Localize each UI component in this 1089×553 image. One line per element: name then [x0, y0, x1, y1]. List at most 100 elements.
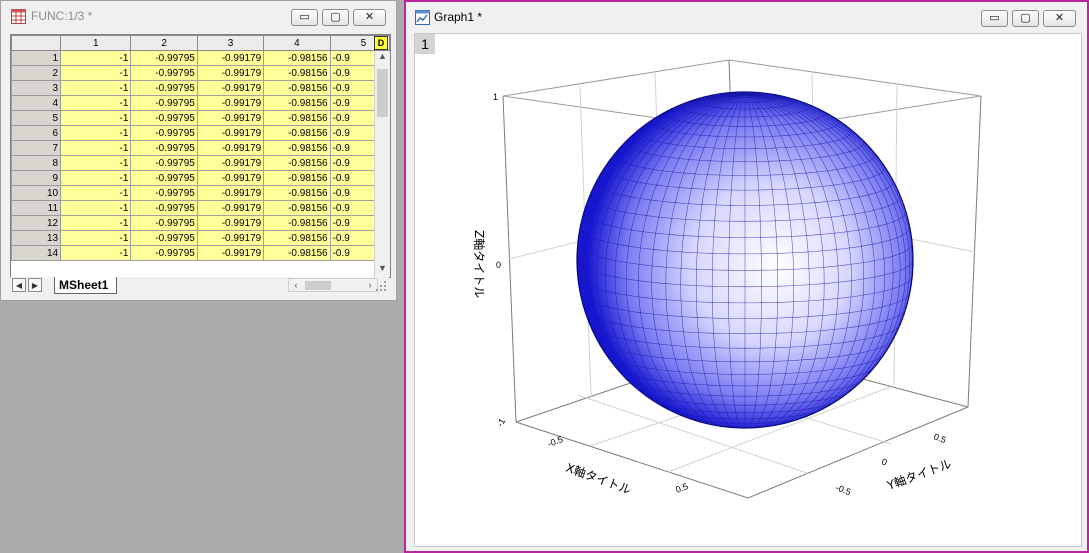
- table-cell[interactable]: -1: [60, 185, 132, 201]
- sphere-plot[interactable]: 1 0 -1 -0.5 0.5 0.5 0 -0.5 Z軸タイトル X軸タイトル…: [415, 34, 1081, 546]
- table-cell[interactable]: -0.99179: [196, 110, 265, 126]
- table-cell[interactable]: -0.98156: [263, 245, 331, 261]
- resize-grip-icon[interactable]: [375, 280, 387, 292]
- table-cell[interactable]: -0.98156: [263, 185, 331, 201]
- table-row[interactable]: 1 -1 -0.99795 -0.99179 -0.98156 -0.9: [11, 50, 390, 66]
- table-cell[interactable]: -0.99179: [196, 155, 265, 171]
- table-cell[interactable]: -0.99179: [196, 65, 265, 81]
- row-header[interactable]: 5: [11, 110, 62, 126]
- table-cell[interactable]: -0.99795: [130, 170, 198, 186]
- table-cell[interactable]: -1: [60, 140, 132, 156]
- column-header[interactable]: 1: [60, 35, 132, 51]
- graph-window[interactable]: Graph1 * ▭ ▢ ✕ 1 1 0 -1 -0.5 0.5 0.5 0 -…: [404, 0, 1089, 553]
- column-header[interactable]: 4: [263, 35, 331, 51]
- table-cell[interactable]: -0.98156: [263, 50, 331, 66]
- tab-next-icon[interactable]: ▶: [28, 278, 42, 292]
- row-header[interactable]: 13: [11, 230, 62, 246]
- table-cell[interactable]: -1: [60, 50, 132, 66]
- table-cell[interactable]: -0.99795: [130, 245, 198, 261]
- table-cell[interactable]: -0.98156: [263, 170, 331, 186]
- table-cell[interactable]: -0.99179: [196, 200, 265, 216]
- minimize-button[interactable]: ▭: [981, 10, 1008, 27]
- table-row[interactable]: 8 -1 -0.99795 -0.99179 -0.98156 -0.9: [11, 155, 390, 171]
- table-cell[interactable]: -0.98156: [263, 155, 331, 171]
- table-row[interactable]: 3 -1 -0.99795 -0.99179 -0.98156 -0.9: [11, 80, 390, 96]
- table-cell[interactable]: -0.99179: [196, 95, 265, 111]
- table-row[interactable]: 10 -1 -0.99795 -0.99179 -0.98156 -0.9: [11, 185, 390, 201]
- minimize-button[interactable]: ▭: [291, 9, 318, 26]
- table-cell[interactable]: -1: [60, 110, 132, 126]
- table-cell[interactable]: -0.99795: [130, 95, 198, 111]
- close-button[interactable]: ✕: [1043, 10, 1076, 27]
- table-cell[interactable]: -0.98156: [263, 230, 331, 246]
- row-header[interactable]: 7: [11, 140, 62, 156]
- column-header[interactable]: 2: [130, 35, 198, 51]
- layer-indicator[interactable]: 1: [415, 34, 435, 54]
- table-cell[interactable]: -0.99795: [130, 230, 198, 246]
- table-cell[interactable]: -1: [60, 95, 132, 111]
- table-cell[interactable]: -1: [60, 200, 132, 216]
- scroll-left-icon[interactable]: ‹: [290, 279, 302, 291]
- row-header[interactable]: 4: [11, 95, 62, 111]
- row-header[interactable]: 3: [11, 80, 62, 96]
- table-cell[interactable]: -0.99179: [196, 50, 265, 66]
- horizontal-scroll-thumb[interactable]: [305, 281, 331, 290]
- table-cell[interactable]: -0.99795: [130, 80, 198, 96]
- scroll-down-icon[interactable]: ▼: [375, 263, 390, 277]
- table-row[interactable]: 14 -1 -0.99795 -0.99179 -0.98156 -0.9: [11, 245, 390, 261]
- table-cell[interactable]: -0.98156: [263, 65, 331, 81]
- table-row[interactable]: 7 -1 -0.99795 -0.99179 -0.98156 -0.9: [11, 140, 390, 156]
- table-cell[interactable]: -0.99795: [130, 65, 198, 81]
- graph-title-bar[interactable]: Graph1 * ▭ ▢ ✕: [406, 2, 1087, 32]
- table-cell[interactable]: -0.98156: [263, 125, 331, 141]
- table-cell[interactable]: -0.99179: [196, 80, 265, 96]
- tab-prev-icon[interactable]: ◀: [12, 278, 26, 292]
- table-cell[interactable]: -0.99795: [130, 185, 198, 201]
- table-row[interactable]: 9 -1 -0.99795 -0.99179 -0.98156 -0.9: [11, 170, 390, 186]
- vertical-scroll-thumb[interactable]: [377, 69, 388, 117]
- table-cell[interactable]: -1: [60, 215, 132, 231]
- table-row[interactable]: 13 -1 -0.99795 -0.99179 -0.98156 -0.9: [11, 230, 390, 246]
- sheet-tab-msheet1[interactable]: MSheet1: [54, 277, 118, 294]
- table-cell[interactable]: -1: [60, 80, 132, 96]
- table-row[interactable]: 4 -1 -0.99795 -0.99179 -0.98156 -0.9: [11, 95, 390, 111]
- row-header[interactable]: 10: [11, 185, 62, 201]
- table-cell[interactable]: -0.99179: [196, 140, 265, 156]
- table-row[interactable]: 12 -1 -0.99795 -0.99179 -0.98156 -0.9: [11, 215, 390, 231]
- row-header[interactable]: 11: [11, 200, 62, 216]
- table-cell[interactable]: -0.99795: [130, 155, 198, 171]
- maximize-button[interactable]: ▢: [322, 9, 349, 26]
- d-button[interactable]: D: [374, 36, 388, 50]
- scroll-up-icon[interactable]: ▲: [375, 51, 390, 65]
- table-cell[interactable]: -1: [60, 65, 132, 81]
- table-cell[interactable]: -0.99179: [196, 215, 265, 231]
- table-row[interactable]: 6 -1 -0.99795 -0.99179 -0.98156 -0.9: [11, 125, 390, 141]
- close-button[interactable]: ✕: [353, 9, 386, 26]
- table-cell[interactable]: -0.99795: [130, 215, 198, 231]
- worksheet-window[interactable]: FUNC:1/3 * ▭ ▢ ✕ 1 2 3 4 5 1 -1 -0.99795…: [0, 0, 397, 301]
- row-header[interactable]: 14: [11, 245, 62, 261]
- table-cell[interactable]: -0.98156: [263, 110, 331, 126]
- row-header[interactable]: 12: [11, 215, 62, 231]
- grid-corner[interactable]: [11, 35, 62, 51]
- table-row[interactable]: 2 -1 -0.99795 -0.99179 -0.98156 -0.9: [11, 65, 390, 81]
- worksheet-title-bar[interactable]: FUNC:1/3 * ▭ ▢ ✕: [1, 1, 396, 31]
- table-cell[interactable]: -1: [60, 230, 132, 246]
- table-cell[interactable]: -0.99795: [130, 125, 198, 141]
- table-row[interactable]: 11 -1 -0.99795 -0.99179 -0.98156 -0.9: [11, 200, 390, 216]
- table-cell[interactable]: -0.98156: [263, 80, 331, 96]
- row-header[interactable]: 8: [11, 155, 62, 171]
- table-cell[interactable]: -1: [60, 170, 132, 186]
- row-header[interactable]: 2: [11, 65, 62, 81]
- graph-canvas[interactable]: 1 1 0 -1 -0.5 0.5 0.5 0 -0.5 Z軸タイトル X軸タイ…: [414, 33, 1082, 547]
- table-cell[interactable]: -0.99179: [196, 230, 265, 246]
- table-cell[interactable]: -1: [60, 245, 132, 261]
- vertical-scrollbar[interactable]: ▲ ▼: [374, 51, 390, 277]
- horizontal-scrollbar[interactable]: ‹ ›: [288, 278, 378, 292]
- maximize-button[interactable]: ▢: [1012, 10, 1039, 27]
- column-header[interactable]: 3: [196, 35, 265, 51]
- table-cell[interactable]: -0.99795: [130, 50, 198, 66]
- table-cell[interactable]: -0.98156: [263, 95, 331, 111]
- table-cell[interactable]: -0.99179: [196, 170, 265, 186]
- table-cell[interactable]: -0.98156: [263, 200, 331, 216]
